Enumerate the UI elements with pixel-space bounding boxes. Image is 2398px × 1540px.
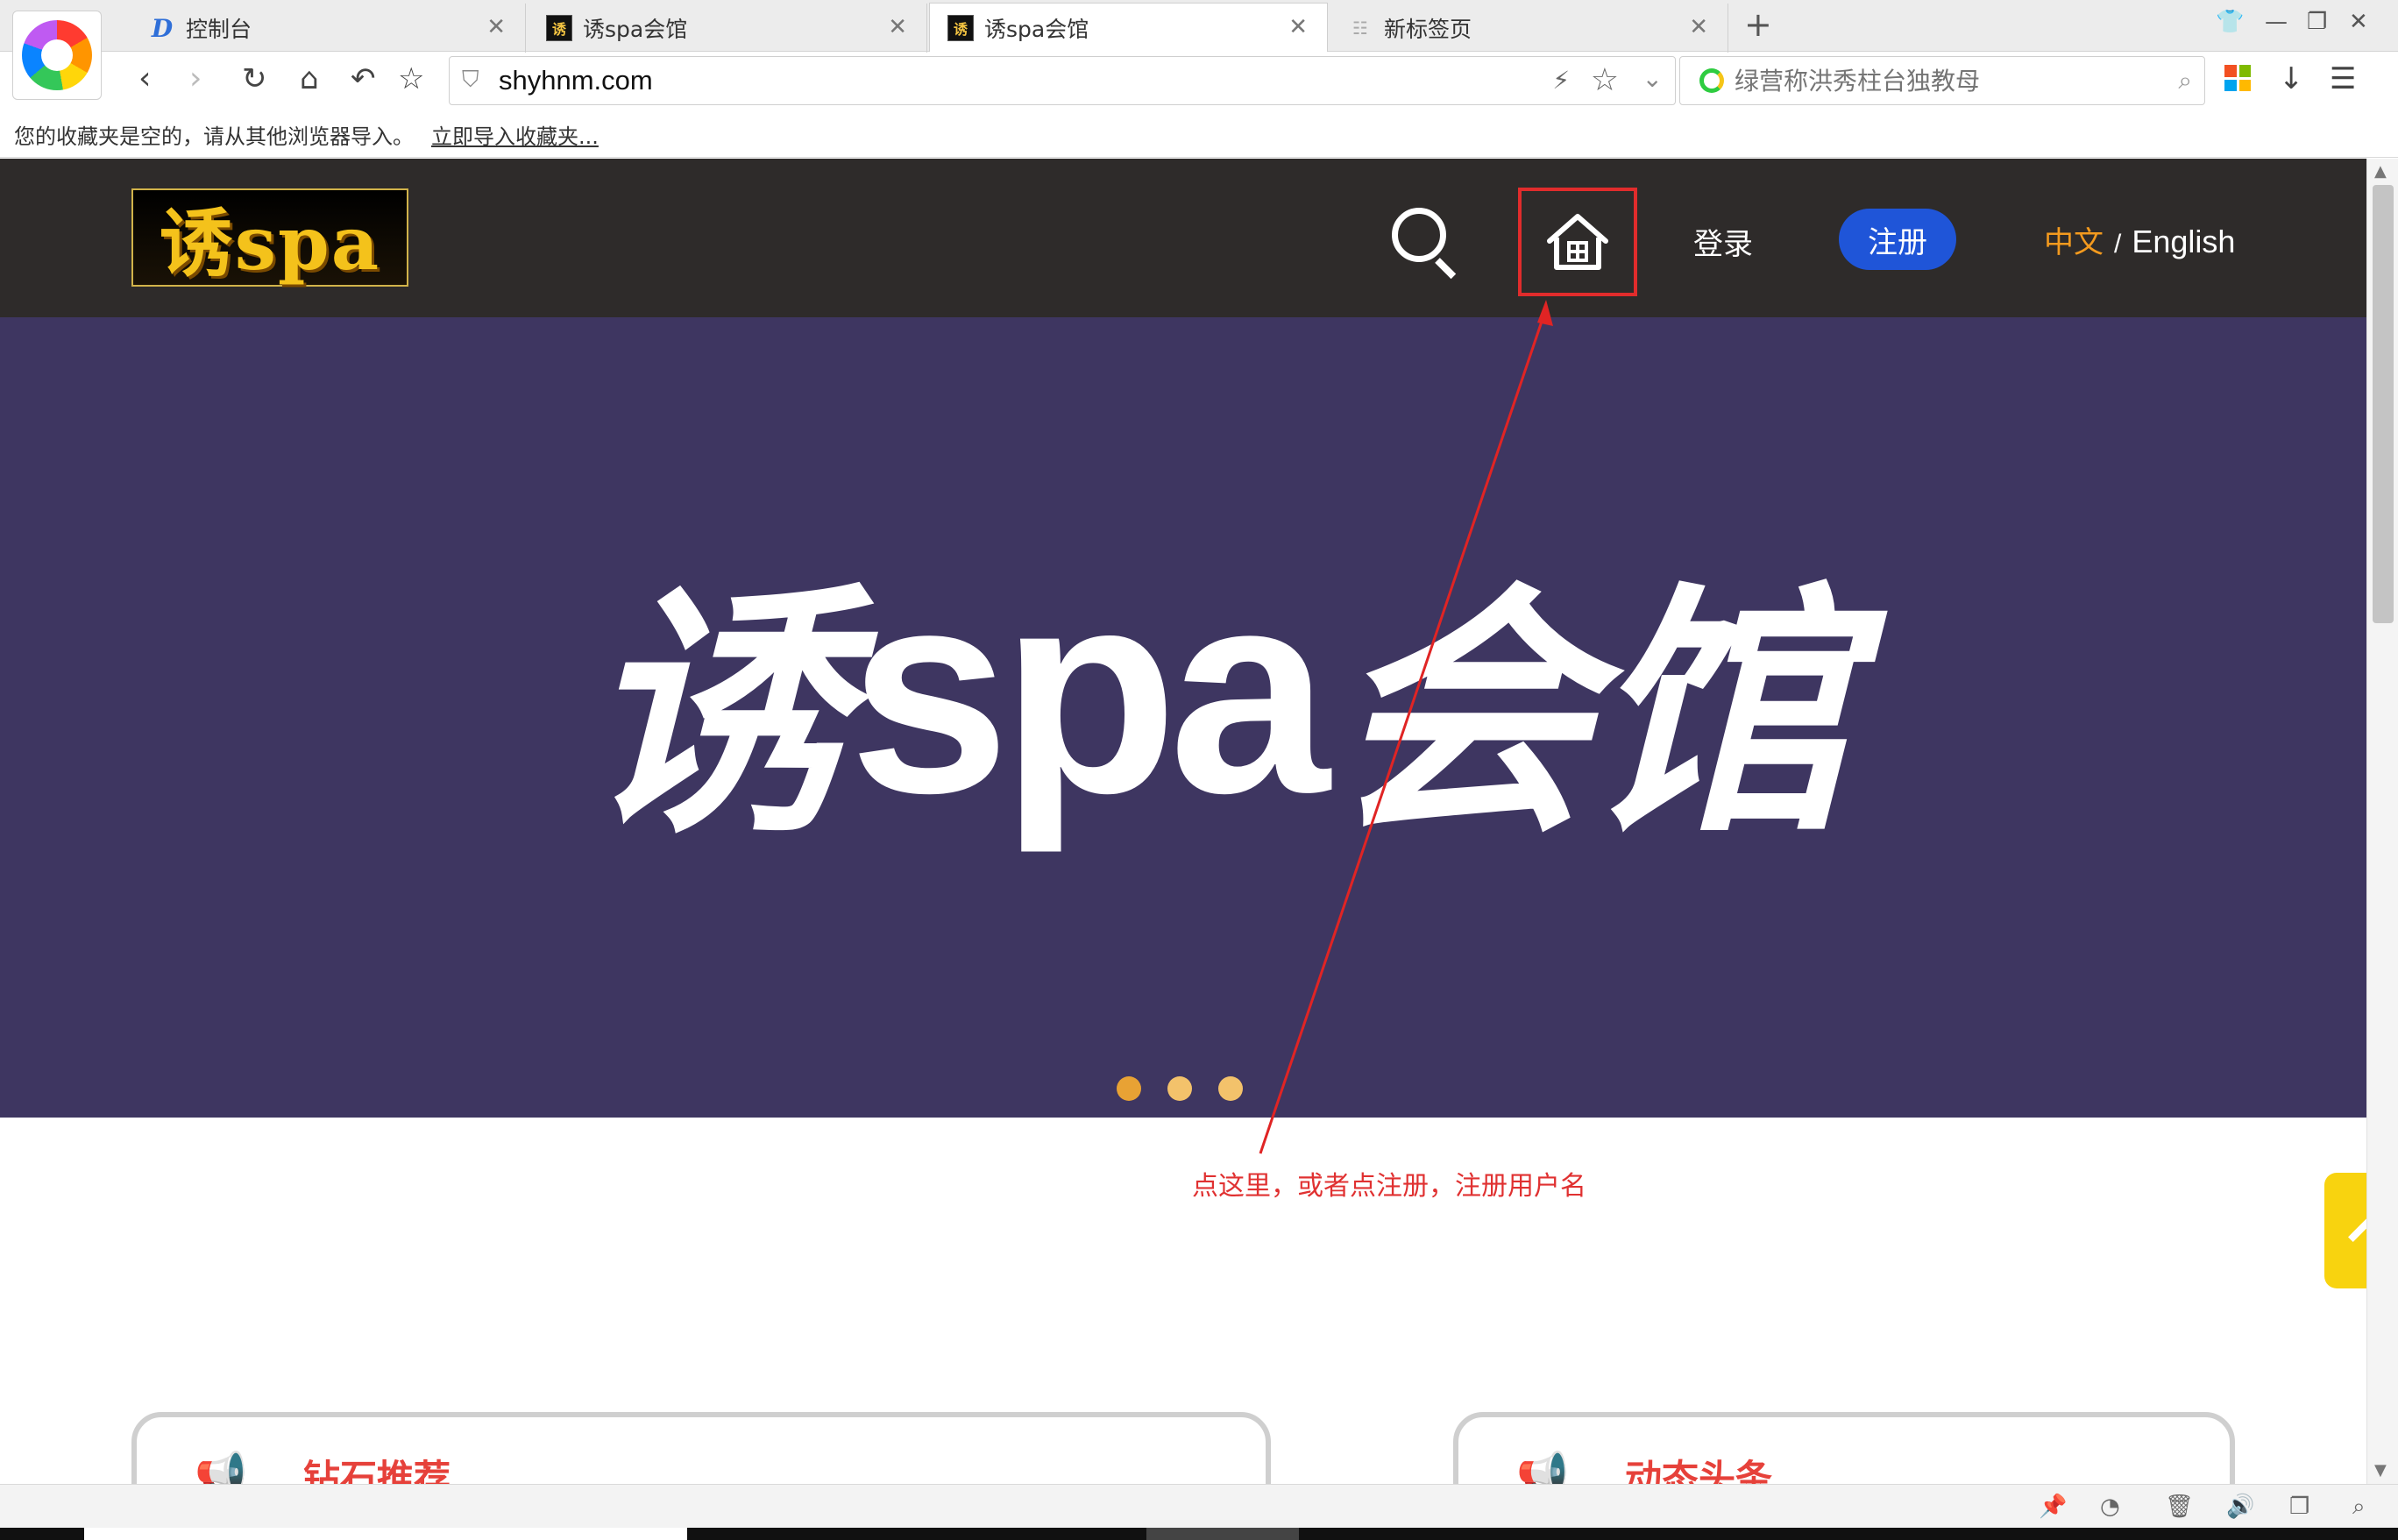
skin-icon[interactable]: 👕 <box>2216 9 2244 35</box>
megaphone-icon: 📢 <box>195 1450 247 1484</box>
spa-favicon-icon: 诱 <box>546 15 572 41</box>
new-tab-button[interactable]: + <box>1744 5 1772 44</box>
card-title: 钻石推荐 <box>303 1457 451 1484</box>
home-icon[interactable]: ⌂ <box>300 61 319 96</box>
tab-title: 诱spa会馆 <box>984 16 1089 42</box>
language-switch: 中文 / English <box>2044 218 2235 261</box>
bookmarks-bar: 您的收藏夹是空的，请从其他浏览器导入。 立即导入收藏夹... <box>0 110 2398 158</box>
volume-icon[interactable]: 🔊 <box>2226 1494 2254 1520</box>
search-box[interactable]: ⌕ <box>1679 56 2205 105</box>
tab-console[interactable]: D 控制台 ✕ <box>131 4 526 53</box>
card-news-headline[interactable]: 📢 动态头条 <box>1453 1412 2235 1484</box>
shield-icon: ⛉ <box>462 67 479 93</box>
floating-side-tab[interactable] <box>2324 1173 2366 1288</box>
grid-icon: ☷ <box>1352 18 1368 39</box>
close-icon[interactable]: ✕ <box>1288 14 1308 40</box>
browser-logo[interactable] <box>12 11 102 100</box>
window-icon[interactable]: ❐ <box>2289 1494 2309 1520</box>
forward-icon[interactable]: › <box>189 61 202 96</box>
speed-icon[interactable]: ◔ <box>2100 1494 2120 1520</box>
zoom-icon[interactable]: ⌕ <box>2352 1494 2366 1521</box>
hero-banner[interactable]: 诱 spa 会馆 <box>0 317 2366 1118</box>
os-taskbar <box>0 1528 2398 1540</box>
url-text[interactable]: shyhnm.com <box>499 65 653 96</box>
carousel-dot[interactable] <box>1117 1076 1141 1101</box>
spa-favicon-icon: 诱 <box>947 14 974 41</box>
d-logo-icon: D <box>151 13 174 43</box>
search-icon[interactable] <box>1392 208 1458 280</box>
tab-title: 诱spa会馆 <box>583 17 688 42</box>
minimize-icon[interactable]: — <box>2265 9 2288 35</box>
undo-close-icon[interactable]: ↶ <box>351 61 376 96</box>
card-title: 动态头条 <box>1625 1457 1773 1484</box>
megaphone-icon: 📢 <box>1516 1450 1569 1484</box>
banner-title-suffix: 会馆 <box>1330 557 1850 868</box>
status-bar: 📌 ◔ 🗑 🔊 ❐ ⌕ <box>0 1484 2398 1528</box>
user-home-button[interactable] <box>1518 188 1637 296</box>
back-icon[interactable]: ‹ <box>138 61 151 96</box>
banner-title: 诱 spa 会馆 <box>0 317 2366 1118</box>
lang-separator: / <box>2114 230 2122 259</box>
tab-title: 新标签页 <box>1384 17 1472 42</box>
address-bar[interactable]: ⛉ shyhnm.com ⚡ ☆ ⌄ <box>449 56 1676 105</box>
apps-icon[interactable] <box>2224 65 2251 91</box>
restore-icon[interactable]: ❐ <box>2307 9 2327 35</box>
annotation-text: 点这里，或者点注册，注册用户名 <box>1192 1171 1586 1202</box>
tab-title: 控制台 <box>186 17 252 42</box>
scroll-thumb[interactable] <box>2373 185 2394 623</box>
search-icon[interactable]: ⌕ <box>2178 66 2192 96</box>
reload-icon[interactable]: ↻ <box>242 61 267 96</box>
tab-strip: D 控制台 ✕ 诱 诱spa会馆 ✕ 诱 诱spa会馆 ✕ ☷ 新标签页 ✕ +… <box>0 0 2398 53</box>
pin-icon[interactable]: 📌 <box>2039 1494 2067 1520</box>
close-icon[interactable]: ✕ <box>888 14 907 40</box>
carousel-dots <box>1117 1076 1243 1101</box>
register-button[interactable]: 注册 <box>1839 209 1956 270</box>
tab-new[interactable]: ☷ 新标签页 ✕ <box>1330 4 1728 53</box>
import-bookmarks-link[interactable]: 立即导入收藏夹... <box>431 124 599 149</box>
carousel-dot[interactable] <box>1218 1076 1243 1101</box>
close-window-icon[interactable]: ✕ <box>2349 9 2368 35</box>
download-icon[interactable]: ↓ <box>2279 61 2304 96</box>
close-icon[interactable]: ✕ <box>486 14 506 40</box>
lang-chinese-link[interactable]: 中文 <box>2044 225 2104 260</box>
menu-icon[interactable]: ☰ <box>2330 61 2356 96</box>
login-link[interactable]: 登录 <box>1693 220 1753 263</box>
scroll-up-icon[interactable]: ▲ <box>2374 162 2387 181</box>
card-diamond-recommend[interactable]: 📢 钻石推荐 <box>131 1412 1271 1484</box>
banner-title-latin: spa <box>848 529 1330 853</box>
search-input[interactable] <box>1735 64 2155 97</box>
site-logo[interactable]: 诱spa <box>131 188 408 287</box>
tab-spa-1[interactable]: 诱 诱spa会馆 ✕ <box>529 4 927 53</box>
address-toolbar: ‹ › ↻ ⌂ ↶ ☆ ⛉ shyhnm.com ⚡ ☆ ⌄ ⌕ ↓ ☰ <box>0 53 2398 110</box>
search-engine-icon <box>1699 68 1724 93</box>
favorite-star-icon[interactable]: ☆ <box>1591 62 1619 98</box>
scroll-down-icon[interactable]: ▼ <box>2374 1461 2387 1480</box>
tab-spa-active[interactable]: 诱 诱spa会馆 ✕ <box>929 3 1328 52</box>
lang-english-link[interactable]: English <box>2132 224 2235 259</box>
carousel-dot[interactable] <box>1167 1076 1192 1101</box>
vertical-scrollbar[interactable]: ▲ ▼ <box>2366 159 2398 1484</box>
trash-icon[interactable]: 🗑 <box>2165 1494 2194 1520</box>
bookmark-star-icon[interactable]: ☆ <box>398 61 424 96</box>
house-icon <box>1547 214 1608 270</box>
chevron-down-icon[interactable]: ⌄ <box>1642 64 1663 93</box>
page-viewport: 诱spa 登录 注册 中文 / English 诱 spa 会馆 点这里，或者点注册，注… <box>0 159 2366 1484</box>
close-icon[interactable]: ✕ <box>1689 14 1708 40</box>
lightning-icon[interactable]: ⚡ <box>1552 66 1570 95</box>
banner-title-prefix: 诱 <box>582 557 846 868</box>
site-header: 诱spa 登录 注册 中文 / English <box>0 159 2366 317</box>
bookmarks-empty-notice: 您的收藏夹是空的，请从其他浏览器导入。 <box>14 124 414 149</box>
